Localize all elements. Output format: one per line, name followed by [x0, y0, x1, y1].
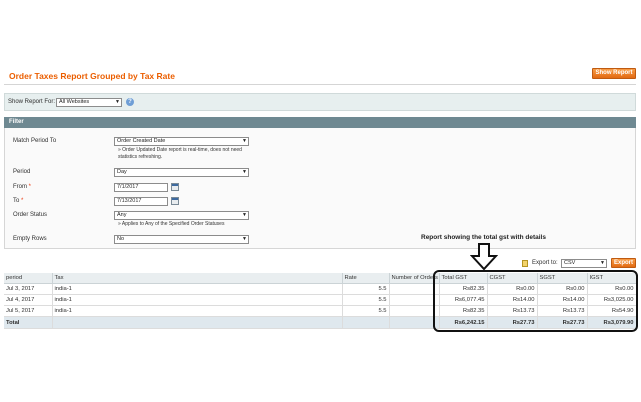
order-status-label: Order Status [13, 212, 48, 218]
column-header-rate[interactable]: Rate [342, 273, 390, 284]
cell-orders [389, 316, 440, 329]
cell-rate: 5.5 [342, 305, 390, 317]
dropdown-arrow-icon: ▼ [242, 169, 247, 175]
cell-orders [389, 305, 440, 317]
cell-total-label: Total [4, 316, 53, 329]
to-date-input[interactable]: 7/13/2017 [114, 197, 168, 206]
from-date-input[interactable]: 7/1/2017 [114, 183, 168, 192]
column-header-tax[interactable]: Tax [52, 273, 343, 284]
filter-panel [4, 128, 636, 249]
empty-rows-select[interactable]: No ▼ [114, 235, 249, 244]
export-label: Export to: [532, 260, 558, 266]
highlight-box [433, 270, 638, 332]
export-format-select[interactable]: CSV ▼ [561, 259, 607, 268]
dropdown-arrow-icon: ▼ [242, 236, 247, 242]
cell-orders [389, 283, 440, 295]
page-title: Order Taxes Report Grouped by Tax Rate [9, 71, 175, 81]
dropdown-arrow-icon: ▼ [242, 212, 247, 218]
show-report-button[interactable]: Show Report [592, 68, 636, 79]
down-arrow-icon [470, 243, 498, 271]
cell-rate: 5.5 [342, 294, 390, 306]
match-period-note: » Order Updated Date report is real-time… [118, 147, 242, 160]
cell-period: Jul 5, 2017 [4, 305, 53, 317]
cell-orders [389, 294, 440, 306]
cell-tax: india-1 [52, 305, 343, 317]
store-switcher-select[interactable]: All Websites ▼ [56, 98, 122, 107]
cell-period: Jul 4, 2017 [4, 294, 53, 306]
calendar-icon[interactable] [171, 197, 179, 205]
period-select[interactable]: Day ▼ [114, 168, 249, 177]
period-label: Period [13, 169, 31, 175]
cell-period: Jul 3, 2017 [4, 283, 53, 295]
match-period-select[interactable]: Order Created Date ▼ [114, 137, 249, 146]
column-header-orders[interactable]: Number of Orders [389, 273, 440, 284]
order-status-note: » Applies to Any of the Specified Order … [118, 221, 225, 227]
to-label: To * [13, 198, 24, 204]
cell-tax: india-1 [52, 283, 343, 295]
empty-rows-label: Empty Rows [13, 236, 47, 242]
cell-rate [342, 316, 390, 329]
from-label: From * [13, 184, 32, 190]
question-icon[interactable]: ? [126, 98, 134, 106]
column-header-period[interactable]: period [4, 273, 53, 284]
export-file-icon [522, 260, 528, 267]
dropdown-arrow-icon: ▼ [242, 138, 247, 144]
order-status-select[interactable]: Any ▼ [114, 211, 249, 220]
match-period-label: Match Period To [13, 138, 57, 144]
calendar-icon[interactable] [171, 183, 179, 191]
export-button[interactable]: Export [611, 258, 636, 268]
dropdown-arrow-icon: ▼ [600, 260, 605, 266]
cell-tax [52, 316, 343, 329]
dropdown-arrow-icon: ▼ [115, 99, 120, 105]
annotation-text: Report showing the total gst with detail… [421, 234, 546, 241]
cell-rate: 5.5 [342, 283, 390, 295]
divider [4, 84, 636, 85]
filter-header: Filter [4, 117, 636, 128]
store-switcher-label: Show Report For: [8, 99, 56, 105]
cell-tax: india-1 [52, 294, 343, 306]
